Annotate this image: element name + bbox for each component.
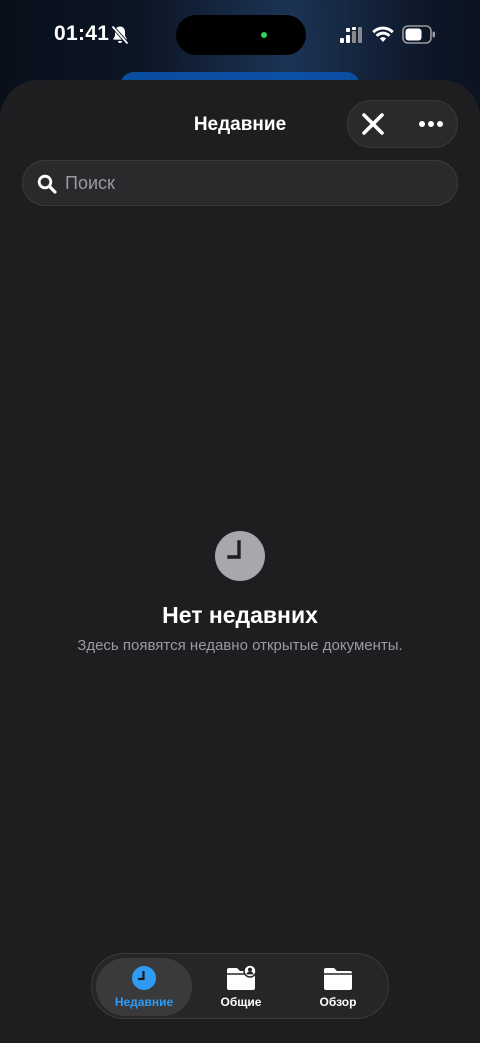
battery-icon xyxy=(402,25,435,44)
screen: 01:41 Недавние Поиск Нет недавних Здесь … xyxy=(0,0,480,1043)
status-bar: 01:41 xyxy=(0,0,480,72)
camera-indicator-dot xyxy=(261,32,267,38)
bell-slash-icon xyxy=(111,25,129,45)
tab-recents-label: Недавние xyxy=(114,995,174,1009)
tab-recents[interactable]: Недавние xyxy=(96,958,192,1016)
close-button[interactable] xyxy=(356,107,390,141)
tab-shared-label: Общие xyxy=(220,995,262,1009)
ellipsis-icon xyxy=(419,121,443,127)
clock-icon xyxy=(132,966,156,990)
status-time: 01:41 xyxy=(54,22,110,45)
empty-state: Нет недавних Здесь появятся недавно откр… xyxy=(0,530,480,654)
tab-shared[interactable]: Общие xyxy=(193,958,289,1016)
wifi-icon xyxy=(372,26,394,42)
recents-sheet: Недавние Поиск Нет недавних Здесь появят… xyxy=(0,80,480,1043)
search-input[interactable] xyxy=(65,161,445,205)
search-bar[interactable] xyxy=(22,160,458,206)
clock-icon xyxy=(215,531,265,581)
shared-folder-icon xyxy=(227,965,256,990)
sheet-actions xyxy=(347,100,458,148)
search-icon xyxy=(37,174,57,194)
close-icon xyxy=(362,113,384,135)
tab-bar: Недавние Общие Обзор xyxy=(91,953,389,1019)
empty-state-title: Нет недавних xyxy=(162,602,318,628)
cellular-signal-icon xyxy=(340,27,362,43)
tab-browse-label: Обзор xyxy=(319,995,357,1009)
more-options-button[interactable] xyxy=(412,107,450,141)
empty-state-subtitle: Здесь появятся недавно открытые документ… xyxy=(77,637,403,654)
tab-browse[interactable]: Обзор xyxy=(290,958,386,1016)
folder-icon xyxy=(324,968,352,990)
dynamic-island xyxy=(176,15,306,55)
